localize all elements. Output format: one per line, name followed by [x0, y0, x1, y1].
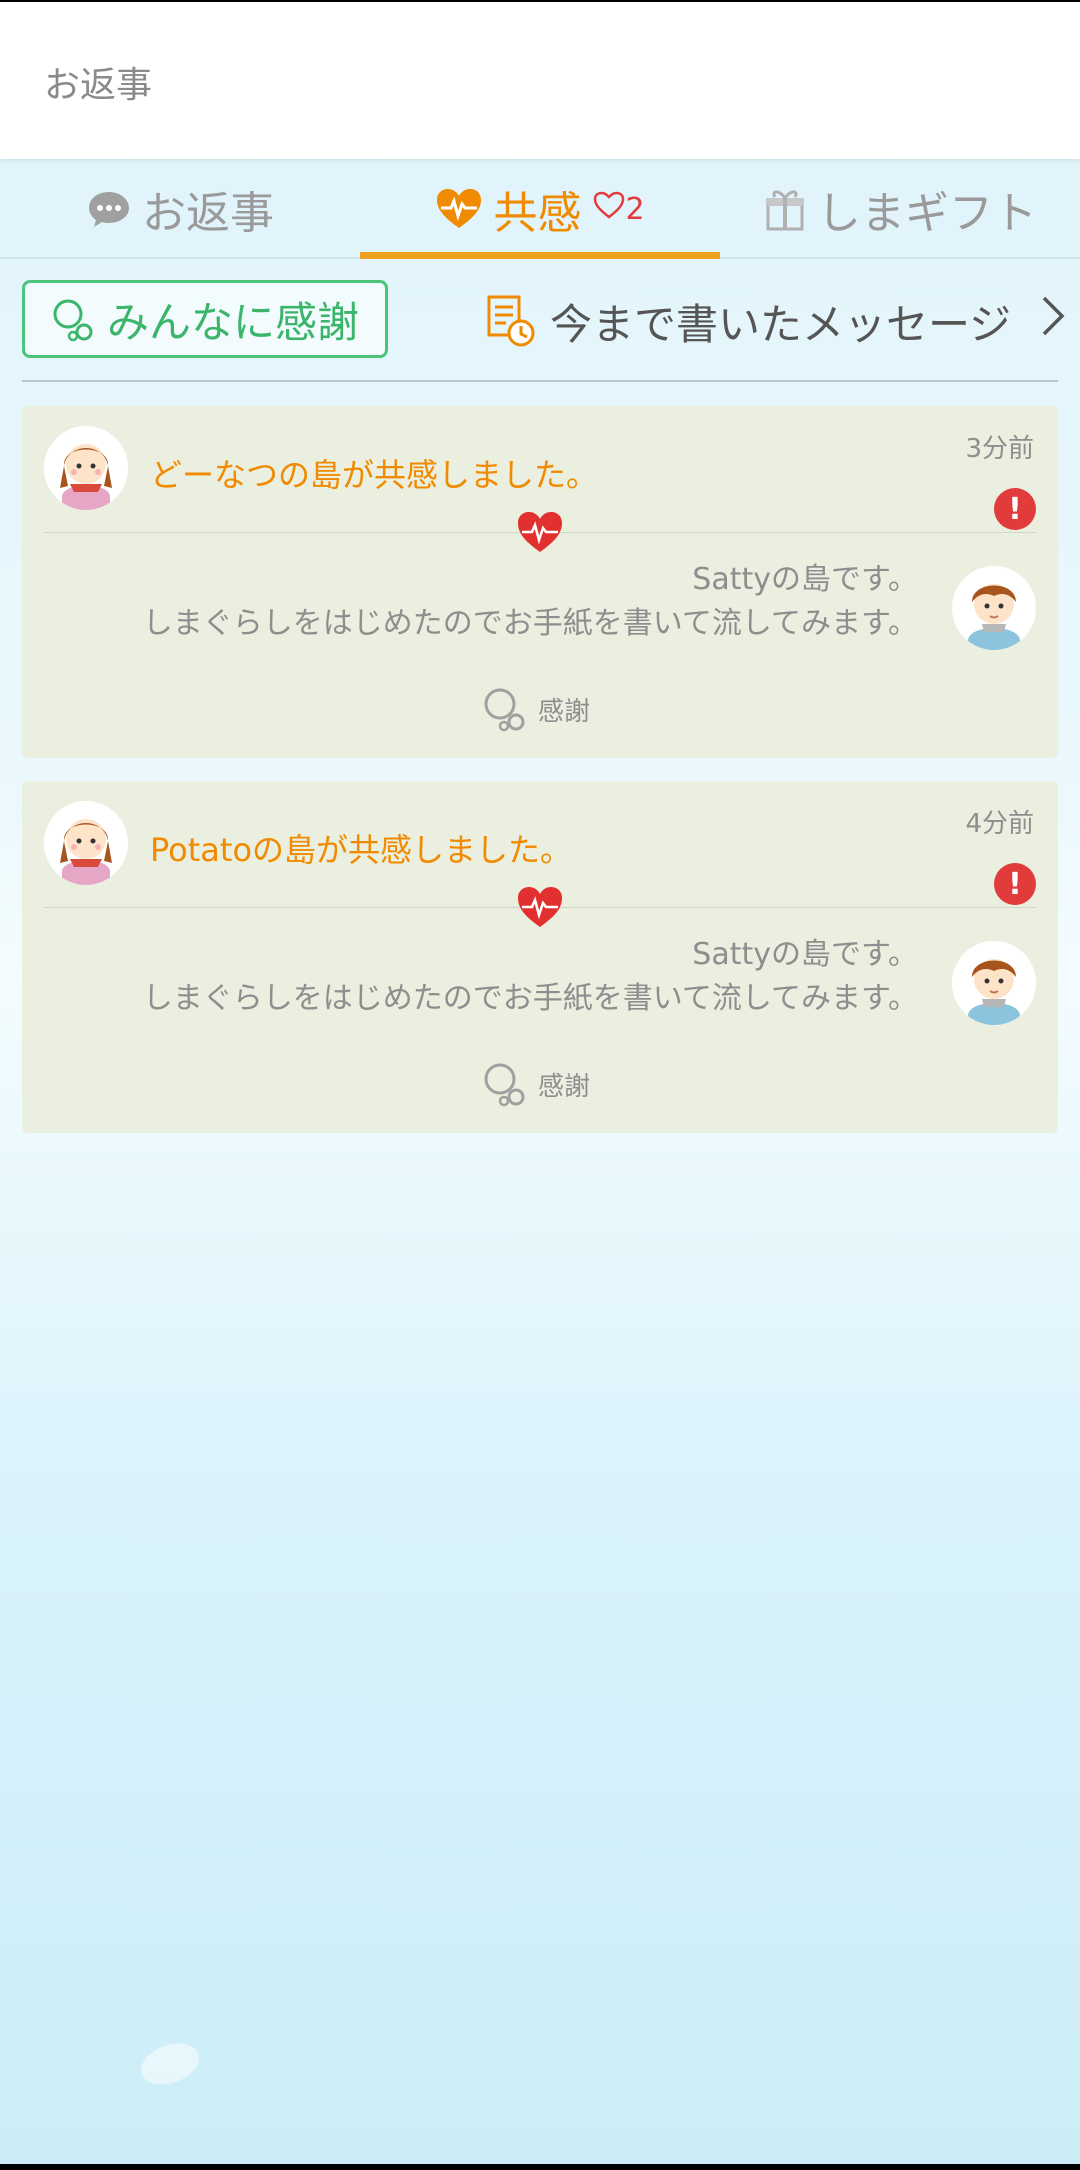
heartbeat-heart-icon	[516, 885, 564, 929]
tab-island-gift-label: しまギフト	[817, 188, 1037, 239]
past-messages-label: 今まで書いたメッセージ	[550, 299, 1012, 349]
empathy-count: 2	[625, 191, 645, 227]
divider	[22, 380, 1058, 382]
heart-outline-icon	[593, 191, 625, 227]
avatar	[952, 566, 1036, 650]
thank-label: 感謝	[538, 696, 591, 727]
thanks-all-label: みんなに感謝	[106, 297, 359, 347]
chevron-right-icon	[1040, 294, 1066, 349]
thank-button[interactable]: 感謝	[482, 1061, 590, 1107]
nav-edge	[0, 2164, 1080, 2170]
action-bar: みんなに感謝 今まで書いたメッセージ	[0, 262, 1080, 382]
thank-button[interactable]: 感謝	[482, 686, 590, 732]
avatar	[44, 801, 128, 885]
message-line: しまぐらしをはじめたのでお手紙を書いて流してみます。	[142, 981, 918, 1016]
decorative-bubble	[135, 2035, 205, 2093]
bubbles-icon	[482, 1061, 528, 1107]
chat-bubble-icon	[86, 189, 132, 229]
timestamp: 3分前	[965, 434, 1034, 464]
empathy-card[interactable]: Potatoの島が共感しました。 4分前 ! Sattyの島です。 しまぐらしを…	[22, 781, 1058, 1133]
document-clock-icon	[486, 294, 536, 348]
avatar	[952, 941, 1036, 1025]
empathy-card[interactable]: どーなつの島が共感しました。 3分前 ! Sattyの島です。 しまぐらしをはじ…	[22, 406, 1058, 758]
gift-icon	[763, 187, 807, 231]
page-title: お返事	[44, 65, 153, 106]
sender-text: どーなつの島が共感しました。	[150, 456, 599, 494]
past-messages-link[interactable]: 今まで書いたメッセージ	[486, 286, 1066, 356]
message-line: しまぐらしをはじめたのでお手紙を書いて流してみます。	[142, 606, 918, 641]
active-tab-indicator	[360, 252, 720, 259]
empathy-count-badge: 2	[593, 191, 645, 227]
sender-text: Potatoの島が共感しました。	[150, 831, 573, 869]
message-line: Sattyの島です。	[692, 937, 918, 972]
tab-replies-label: お返事	[142, 188, 274, 239]
tab-empathy[interactable]: 共感 2	[360, 159, 720, 259]
tab-bar: お返事 共感 2 しまギフト	[0, 159, 1080, 259]
bubbles-icon	[482, 686, 528, 732]
thank-label: 感謝	[538, 1071, 591, 1102]
tab-replies[interactable]: お返事	[0, 159, 360, 259]
heartbeat-icon	[435, 188, 483, 230]
app-header: お返事	[0, 2, 1080, 159]
message-line: Sattyの島です。	[692, 562, 918, 597]
report-alert-icon[interactable]: !	[994, 863, 1036, 905]
heartbeat-heart-icon	[516, 510, 564, 554]
avatar	[44, 426, 128, 510]
tab-empathy-label: 共感	[493, 188, 582, 239]
original-message: Sattyの島です。 しまぐらしをはじめたのでお手紙を書いて流してみます。	[143, 933, 918, 1021]
report-alert-icon[interactable]: !	[994, 488, 1036, 530]
bubbles-icon	[51, 296, 97, 342]
timestamp: 4分前	[965, 809, 1034, 839]
tab-island-gift[interactable]: しまギフト	[720, 159, 1080, 259]
original-message: Sattyの島です。 しまぐらしをはじめたのでお手紙を書いて流してみます。	[143, 558, 918, 646]
thanks-all-button[interactable]: みんなに感謝	[22, 280, 388, 358]
